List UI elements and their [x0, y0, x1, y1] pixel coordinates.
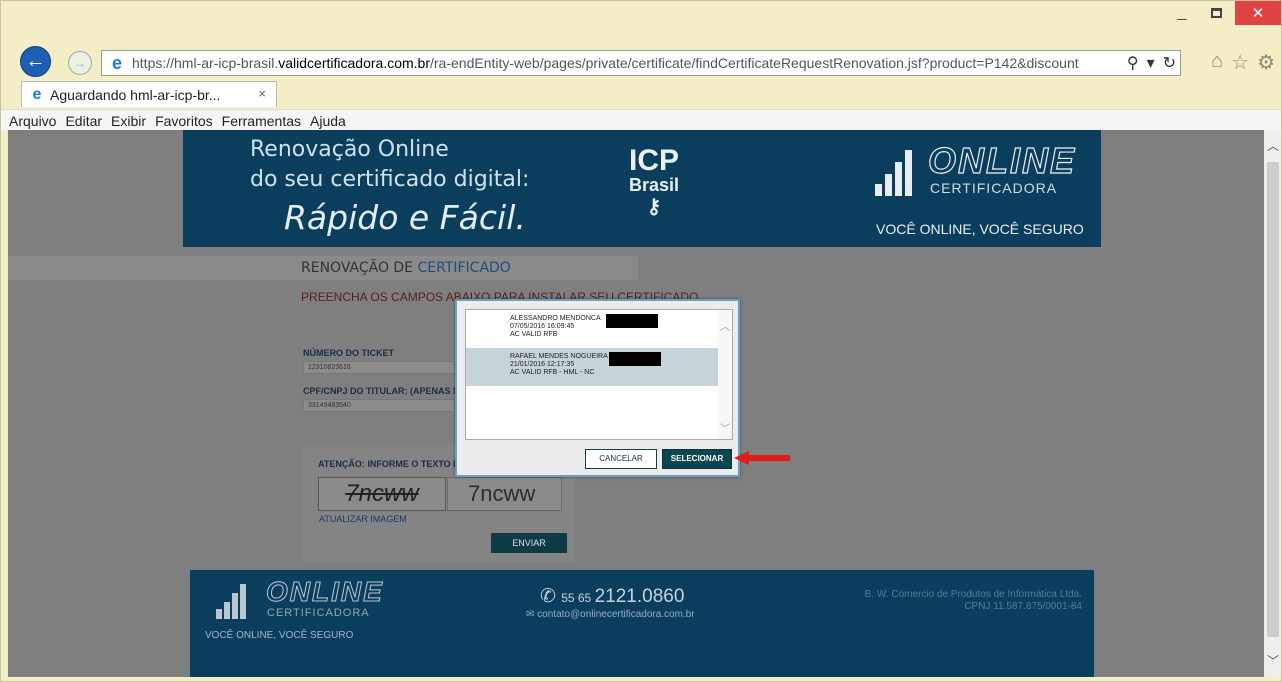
icp-logo-top: ICP — [628, 144, 679, 177]
menu-arquivo[interactable]: Arquivo — [9, 113, 56, 129]
scroll-thumb[interactable] — [1267, 162, 1279, 637]
bars-logo-icon — [875, 150, 915, 196]
close-button[interactable]: ✕ — [1235, 1, 1281, 25]
page-scrollbar[interactable]: ︿ ﹀ — [1265, 130, 1281, 677]
footer-slogan: VOCÊ ONLINE, VOCÊ SEGURO — [205, 630, 354, 641]
ie-icon: e — [111, 53, 122, 73]
certificate-list[interactable]: ALESSANDRO MENDONCA 07/05/2016 16:09:45 … — [465, 309, 733, 440]
brand-name: ONLINE — [927, 139, 1077, 181]
menu-ferramentas[interactable]: Ferramentas — [222, 113, 301, 129]
scroll-down-icon[interactable]: ﹀ — [1267, 655, 1279, 667]
phone-icon: ✆ — [540, 586, 562, 607]
menu-bar: Arquivo Editar Exibir Favoritos Ferramen… — [1, 109, 1281, 131]
brand-subtitle: CERTIFICADORA — [930, 180, 1058, 196]
url-path: /ra-endEntity-web/pages/private/certific… — [430, 55, 1079, 71]
certificate-select-dialog: ALESSANDRO MENDONCA 07/05/2016 16:09:45 … — [455, 299, 740, 477]
list-item[interactable]: ALESSANDRO MENDONCA 07/05/2016 16:09:45 … — [466, 310, 719, 348]
key-icon: ⚷ — [646, 196, 662, 218]
ticket-field[interactable]: 12310823616 — [303, 361, 455, 374]
banner-line2: do seu certificado digital: — [250, 167, 530, 192]
title-bar: _ ✕ — [1, 1, 1281, 41]
url-domain: validcertificadora.com.br — [278, 55, 430, 71]
brand-slogan: VOCÊ ONLINE, VOCÊ SEGURO — [876, 221, 1084, 237]
scroll-up-icon[interactable]: ︿ — [1267, 140, 1279, 152]
tab-close-icon[interactable]: × — [258, 86, 266, 101]
redaction-block — [606, 314, 658, 328]
mail-icon: ✉ — [526, 609, 538, 620]
captcha-field[interactable]: 7ncww — [447, 477, 562, 511]
dropdown-icon[interactable]: ▾ — [1147, 53, 1155, 73]
section-title-accent: CERTIFICADO — [417, 260, 511, 276]
favorites-icon[interactable]: ☆ — [1231, 50, 1249, 75]
redaction-block — [609, 352, 661, 366]
send-button[interactable]: ENVIAR — [491, 533, 567, 553]
banner-line1: Renovação Online — [250, 137, 449, 162]
header-banner: Renovação Online do seu certificado digi… — [183, 130, 1101, 247]
tab-row: e Aguardando hml-ar-icp-br... × — [1, 81, 1281, 107]
phone-prefix: 55 65 — [561, 591, 595, 605]
navigation-bar: ← → e https://hml-ar-icp-brasil. validcer… — [1, 45, 1281, 79]
chevron-up-icon[interactable]: ︿ — [720, 318, 730, 333]
minimize-button[interactable]: _ — [1163, 1, 1201, 25]
home-icon[interactable]: ⌂ — [1211, 50, 1223, 75]
menu-exibir[interactable]: Exibir — [111, 113, 146, 129]
ie-icon: e — [32, 85, 42, 103]
icp-logo-bottom: Brasil — [628, 175, 680, 195]
footer-bars-logo-icon — [216, 584, 248, 619]
browser-tab[interactable]: e Aguardando hml-ar-icp-br... × — [21, 81, 277, 107]
captcha-image: 7ncww — [318, 477, 446, 511]
menu-ajuda[interactable]: Ajuda — [310, 113, 346, 129]
settings-icon[interactable]: ⚙ — [1257, 50, 1275, 75]
footer: ONLINE CERTIFICADORA VOCÊ ONLINE, VOCÊ S… — [190, 570, 1094, 677]
refresh-image-link[interactable]: ATUALIZAR IMAGEM — [319, 514, 407, 524]
url-prefix: https://hml-ar-icp-brasil. — [132, 55, 279, 71]
icp-brasil-logo: ICP Brasil ⚷ — [624, 146, 684, 226]
footer-brand-subtitle: CERTIFICADORA — [267, 607, 370, 619]
red-arrow-icon — [734, 451, 790, 465]
banner-line3: Rápido e Fácil. — [284, 198, 526, 237]
ticket-label: NÚMERO DO TICKET — [303, 348, 394, 358]
select-button[interactable]: SELECIONAR — [662, 449, 732, 469]
tab-title: Aguardando hml-ar-icp-br... — [50, 86, 221, 103]
address-tools: ⚲ ▾ ↻ — [1122, 53, 1176, 73]
list-item-selected[interactable]: RAFAEL MENDES NOGUEIRA 21/01/2016 12:17:… — [466, 348, 719, 386]
footer-email[interactable]: ✉ contato@onlinecertificadora.com.br — [526, 609, 695, 620]
cert-issuer: AC VALID RFB - HML - NC — [510, 369, 595, 376]
address-bar[interactable]: e https://hml-ar-icp-brasil. validcertifi… — [101, 50, 1181, 76]
browser-tools: ⌂ ☆ ⚙ — [1211, 50, 1275, 75]
company-cnpj: CPNJ 11.587.875/0001-84 — [964, 601, 1082, 612]
footer-brand-name: ONLINE — [266, 576, 384, 608]
chevron-down-icon[interactable]: ﹀ — [720, 420, 730, 435]
footer-phone: ✆ 55 65 2121.0860 — [540, 585, 684, 608]
footer-company: B. W. Comercio de Produtos de Informátic… — [865, 589, 1082, 613]
refresh-icon[interactable]: ↻ — [1163, 53, 1176, 73]
cpf-field[interactable]: 33149483540 — [303, 399, 455, 412]
maximize-icon — [1210, 8, 1222, 18]
maximize-button[interactable] — [1197, 1, 1235, 25]
menu-favoritos[interactable]: Favoritos — [155, 113, 213, 129]
email-address: contato@onlinecertificadora.com.br — [537, 609, 695, 620]
forward-button[interactable]: → — [68, 51, 92, 75]
menu-editar[interactable]: Editar — [65, 113, 102, 129]
company-name: B. W. Comercio de Produtos de Informátic… — [864, 589, 1082, 600]
back-button[interactable]: ← — [20, 46, 51, 77]
search-icon[interactable]: ⚲ — [1127, 53, 1139, 73]
cancel-button[interactable]: CANCELAR — [585, 449, 657, 469]
cert-issuer: AC VALID RFB — [510, 331, 558, 338]
list-scrollbar[interactable]: ︿ ﹀ — [718, 310, 732, 439]
phone-number: 2121.0860 — [594, 586, 685, 607]
section-title-prefix: RENOVAÇÃO DE — [301, 260, 418, 276]
section-title: RENOVAÇÃO DE CERTIFICADO — [301, 260, 511, 276]
